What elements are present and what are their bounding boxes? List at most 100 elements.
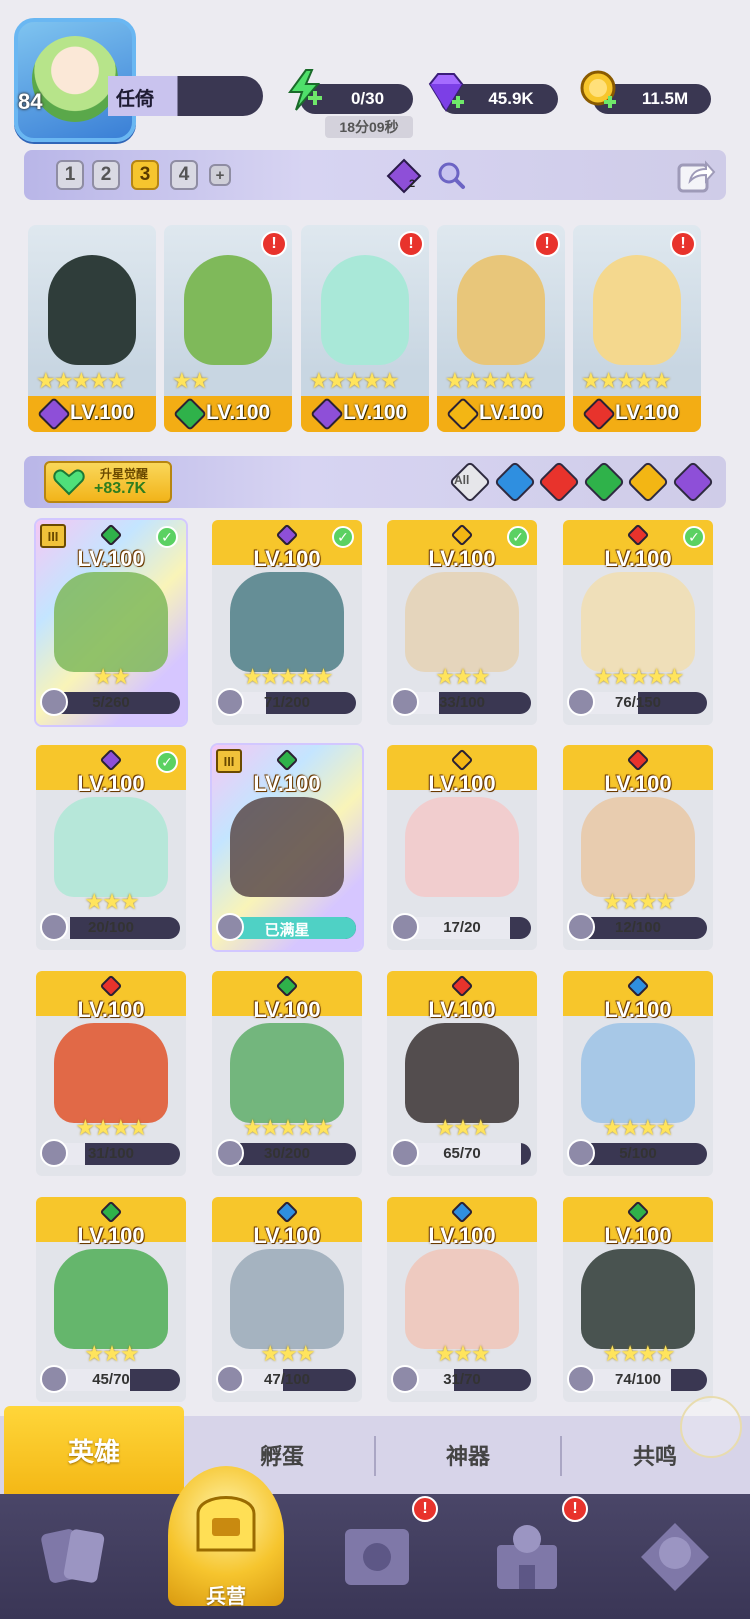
hero-portrait [405, 572, 519, 672]
hero-card[interactable]: LV.100 ★★★★ 31/100 [36, 971, 186, 1176]
team-card-alert: ! [398, 231, 424, 257]
hero-card[interactable]: LV.100 ★★★ 65/70 [387, 971, 537, 1176]
tab-artifacts[interactable]: 神器 [376, 1416, 560, 1494]
hero-card[interactable]: LV.100 ★★★★ 12/100 [563, 745, 713, 950]
hero-portrait [54, 1023, 168, 1123]
hero-card[interactable]: ✓ LV.100 ★★★★★ 76/150 [563, 520, 713, 725]
map-book-icon [345, 1528, 409, 1585]
element-icon [626, 523, 650, 547]
gold-value: 11.5M [641, 89, 689, 108]
team-card-alert: ! [670, 231, 696, 257]
element-icon [99, 974, 123, 998]
hero-card[interactable]: LV.100 17/20 [387, 745, 537, 950]
floating-assist-button[interactable] [680, 1396, 742, 1458]
share-icon[interactable] [676, 155, 716, 195]
shard-icon [567, 1139, 595, 1167]
hero-stars: ★★★ [84, 889, 139, 914]
hero-portrait [581, 797, 695, 897]
shard-icon [216, 1365, 244, 1393]
hero-portrait [457, 255, 545, 365]
cost-crystal-icon [386, 158, 422, 194]
hero-level: LV.100 [253, 997, 321, 1022]
player-level: 84 [18, 89, 43, 114]
hero-card[interactable]: LV.100 ★★★★ 5/100 [563, 971, 713, 1176]
team-hero-card[interactable]: ★★★★★ LV.100 [28, 225, 156, 432]
hero-portrait [405, 1023, 519, 1123]
shard-icon [391, 1365, 419, 1393]
hero-card[interactable]: LV.100 ★★★★ 74/100 [563, 1197, 713, 1402]
hero-level: LV.100 [428, 771, 496, 796]
team-slot-1[interactable]: 1 [56, 160, 84, 190]
nav-guild[interactable] [600, 1494, 750, 1619]
shard-icon [567, 1365, 595, 1393]
shard-icon [40, 1139, 68, 1167]
search-icon[interactable] [436, 160, 466, 190]
shard-icon [567, 688, 595, 716]
hero-portrait [593, 255, 681, 365]
shard-icon [216, 1139, 244, 1167]
element-icon [626, 748, 650, 772]
hero-level: LV.100 [70, 401, 135, 424]
hero-level: LV.100 [428, 997, 496, 1022]
hero-stars: ★★★ [435, 1115, 490, 1140]
shard-icon [391, 913, 419, 941]
tab-heroes[interactable]: 英雄 [4, 1406, 184, 1494]
element-icon [99, 523, 123, 547]
hero-card[interactable]: ✓ LV.100 ★★★ 20/100 [36, 745, 186, 950]
hero-card[interactable]: ✓ LV.100 ★★★★★ 71/200 [212, 520, 362, 725]
hero-stars: ★★★★ [602, 1341, 676, 1366]
player-name: 任倚 [116, 89, 155, 110]
hero-level: LV.100 [615, 401, 680, 424]
heart-icon [53, 469, 85, 496]
hero-portrait [405, 1249, 519, 1349]
element-icon [626, 1200, 650, 1224]
element-icon [99, 1200, 123, 1224]
checkmark-icon: ✓ [507, 526, 529, 548]
hero-stars: ★★★★★ [593, 664, 685, 689]
team-card-alert: ! [261, 231, 287, 257]
shard-icon [391, 688, 419, 716]
gold-coin-icon [580, 70, 616, 108]
hero-stars: ★★★★★ [242, 1115, 334, 1140]
hero-portrait [184, 255, 272, 365]
hero-portrait [581, 1249, 695, 1349]
hero-level: LV.100 [253, 1223, 321, 1248]
hero-card[interactable]: LV.100 ★★★ 31/70 [387, 1197, 537, 1402]
tier-badge: III [40, 524, 66, 548]
hero-stars: ★★★★ [75, 1115, 149, 1140]
helmet-icon [196, 1496, 256, 1552]
gem-value: 45.9K [488, 89, 534, 108]
hero-stars: ★★ [93, 664, 130, 689]
hero-portrait [581, 572, 695, 672]
hero-stars: ★★★ [435, 664, 490, 689]
hero-card[interactable]: LV.100 ★★★ 45/70 [36, 1197, 186, 1402]
hero-card[interactable]: ✓ LV.100 ★★★ 33/100 [387, 520, 537, 725]
team-slot-2[interactable]: 2 [92, 160, 120, 190]
tier-badge: III [216, 749, 242, 773]
team-slot-4[interactable]: 4 [170, 160, 198, 190]
hero-level: LV.100 [604, 1223, 672, 1248]
hero-card[interactable]: LV.100 ★★★★★ 30/200 [212, 971, 362, 1176]
checkmark-icon: ✓ [683, 526, 705, 548]
element-icon [450, 974, 474, 998]
hero-level: LV.100 [604, 997, 672, 1022]
team-card-alert: ! [534, 231, 560, 257]
hero-stars: ★★★ [84, 1341, 139, 1366]
hero-card[interactable]: III LV.100 已满星 [212, 745, 362, 950]
team-slot-3[interactable]: 3 [131, 160, 159, 190]
add-team-button[interactable]: + [209, 164, 231, 186]
cost-value: 2 [409, 178, 416, 190]
shard-icon [40, 688, 68, 716]
mushroom-icon [641, 1522, 709, 1591]
nav-cards[interactable] [0, 1494, 150, 1619]
hero-stars: ★★★★ [602, 889, 676, 914]
hero-card[interactable]: III ✓ LV.100 ★★ 5/260 [36, 520, 186, 725]
hero-level: LV.100 [77, 546, 145, 571]
hero-portrait [405, 797, 519, 897]
star-awaken-value: +83.7K [94, 480, 147, 497]
hero-card[interactable]: LV.100 ★★★ 47/100 [212, 1197, 362, 1402]
element-icon [450, 523, 474, 547]
nav-barracks-label: 兵营 [206, 1586, 246, 1608]
cards-icon [41, 1528, 105, 1583]
hero-portrait [54, 1249, 168, 1349]
